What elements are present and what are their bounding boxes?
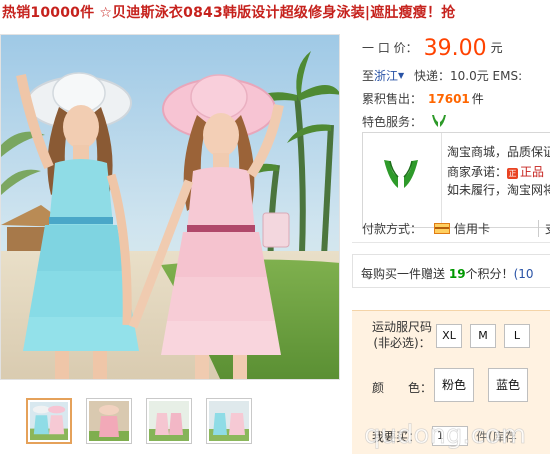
watermark-text: qudong.com (364, 420, 526, 450)
hands-icon (381, 155, 421, 198)
region-selector[interactable]: 浙江 (374, 69, 398, 83)
sold-count: 17601 (428, 92, 470, 106)
size-label: 运动服尺码(非必选)： (372, 320, 433, 350)
site-watermark: qudong.com (360, 418, 550, 451)
thumbnail-image (149, 401, 189, 441)
price-value: 39.00 (423, 36, 487, 61)
feature-service-row: 特色服务： (362, 112, 448, 133)
merchant-promise-box: 淘宝商城，品质保证 商家承诺：正正品 如未履行，淘宝网将 (362, 132, 550, 229)
points-count: 19 (448, 267, 466, 281)
thumbnail-image (89, 401, 129, 441)
promise-label: 商家承诺： (447, 165, 508, 179)
promise-line-1: 淘宝商城，品质保证 (447, 145, 550, 159)
shipping-row: 至浙江▼ 快递：10.0元 EMS: (362, 67, 522, 84)
main-product-photo (1, 35, 339, 379)
size-option-l[interactable]: L (504, 324, 530, 348)
promise-value[interactable]: 正品 (520, 165, 544, 179)
points-prefix: 每购买一件赠送 (361, 267, 446, 281)
main-product-image[interactable] (0, 34, 340, 380)
thumbnail-2[interactable] (86, 398, 132, 444)
points-suffix: 个积分！ (465, 267, 514, 281)
payment-row: 付款方式： 信用卡 支 (362, 220, 550, 237)
thumbnail-strip (26, 398, 266, 446)
payment-label: 付款方式： (362, 222, 423, 236)
shipping-fee: 快递：10.0元 EMS: (414, 69, 523, 83)
color-label: 颜 色： (372, 381, 433, 395)
sold-row: 累积售出： 17601 件 (362, 90, 484, 107)
sold-label: 累积售出： (362, 92, 423, 106)
price-unit: 元 (490, 41, 503, 55)
product-title: 热销10000件 ☆贝迪斯泳衣0843韩版设计超级修身泳装|遮肚瘦瘦！抢 (2, 5, 456, 21)
thumbnail-4[interactable] (206, 398, 252, 444)
promise-line-3: 如未履行，淘宝网将 (447, 183, 550, 197)
payment-more[interactable]: 支 (538, 220, 550, 237)
thumbnail-1[interactable] (26, 398, 72, 444)
thumbnail-image (209, 401, 249, 441)
payment-method[interactable]: 信用卡 (454, 222, 490, 236)
product-info-panel: 一 口 价： 39.00 元 至浙江▼ 快递：10.0元 EMS: 累积售出： 176… (352, 32, 550, 454)
thumbnail-3[interactable] (146, 398, 192, 444)
promise-line-2: 商家承诺：正正品 (447, 163, 544, 180)
points-box: 每购买一件赠送 19个积分！(10 (352, 254, 550, 288)
size-option-xl[interactable]: XL (436, 324, 462, 348)
points-extra[interactable]: (10 (514, 267, 534, 281)
promise-divider (441, 133, 442, 229)
product-title-bar: 热销10000件 ☆贝迪斯泳衣0843韩版设计超级修身泳装|遮肚瘦瘦！抢 (0, 0, 550, 24)
feature-label: 特色服务： (362, 115, 423, 129)
color-option-pink[interactable]: 粉色 (434, 368, 474, 402)
chevron-down-icon[interactable]: ▼ (398, 71, 404, 80)
sold-unit: 件 (471, 92, 484, 106)
price-row: 一 口 价： 39.00 元 (362, 36, 503, 61)
thumbnail-image (30, 402, 68, 440)
color-option-blue[interactable]: 蓝色 (488, 368, 528, 402)
section-divider (352, 242, 550, 243)
credit-card-icon (434, 223, 451, 234)
price-label: 一 口 价： (362, 41, 418, 55)
size-option-m[interactable]: M (470, 324, 496, 348)
points-text: 每购买一件赠送 19个积分！(10 (361, 265, 534, 282)
shipping-prefix: 至 (362, 69, 375, 83)
hands-icon[interactable] (430, 112, 448, 133)
zhengpin-badge-icon: 正 (507, 168, 519, 179)
